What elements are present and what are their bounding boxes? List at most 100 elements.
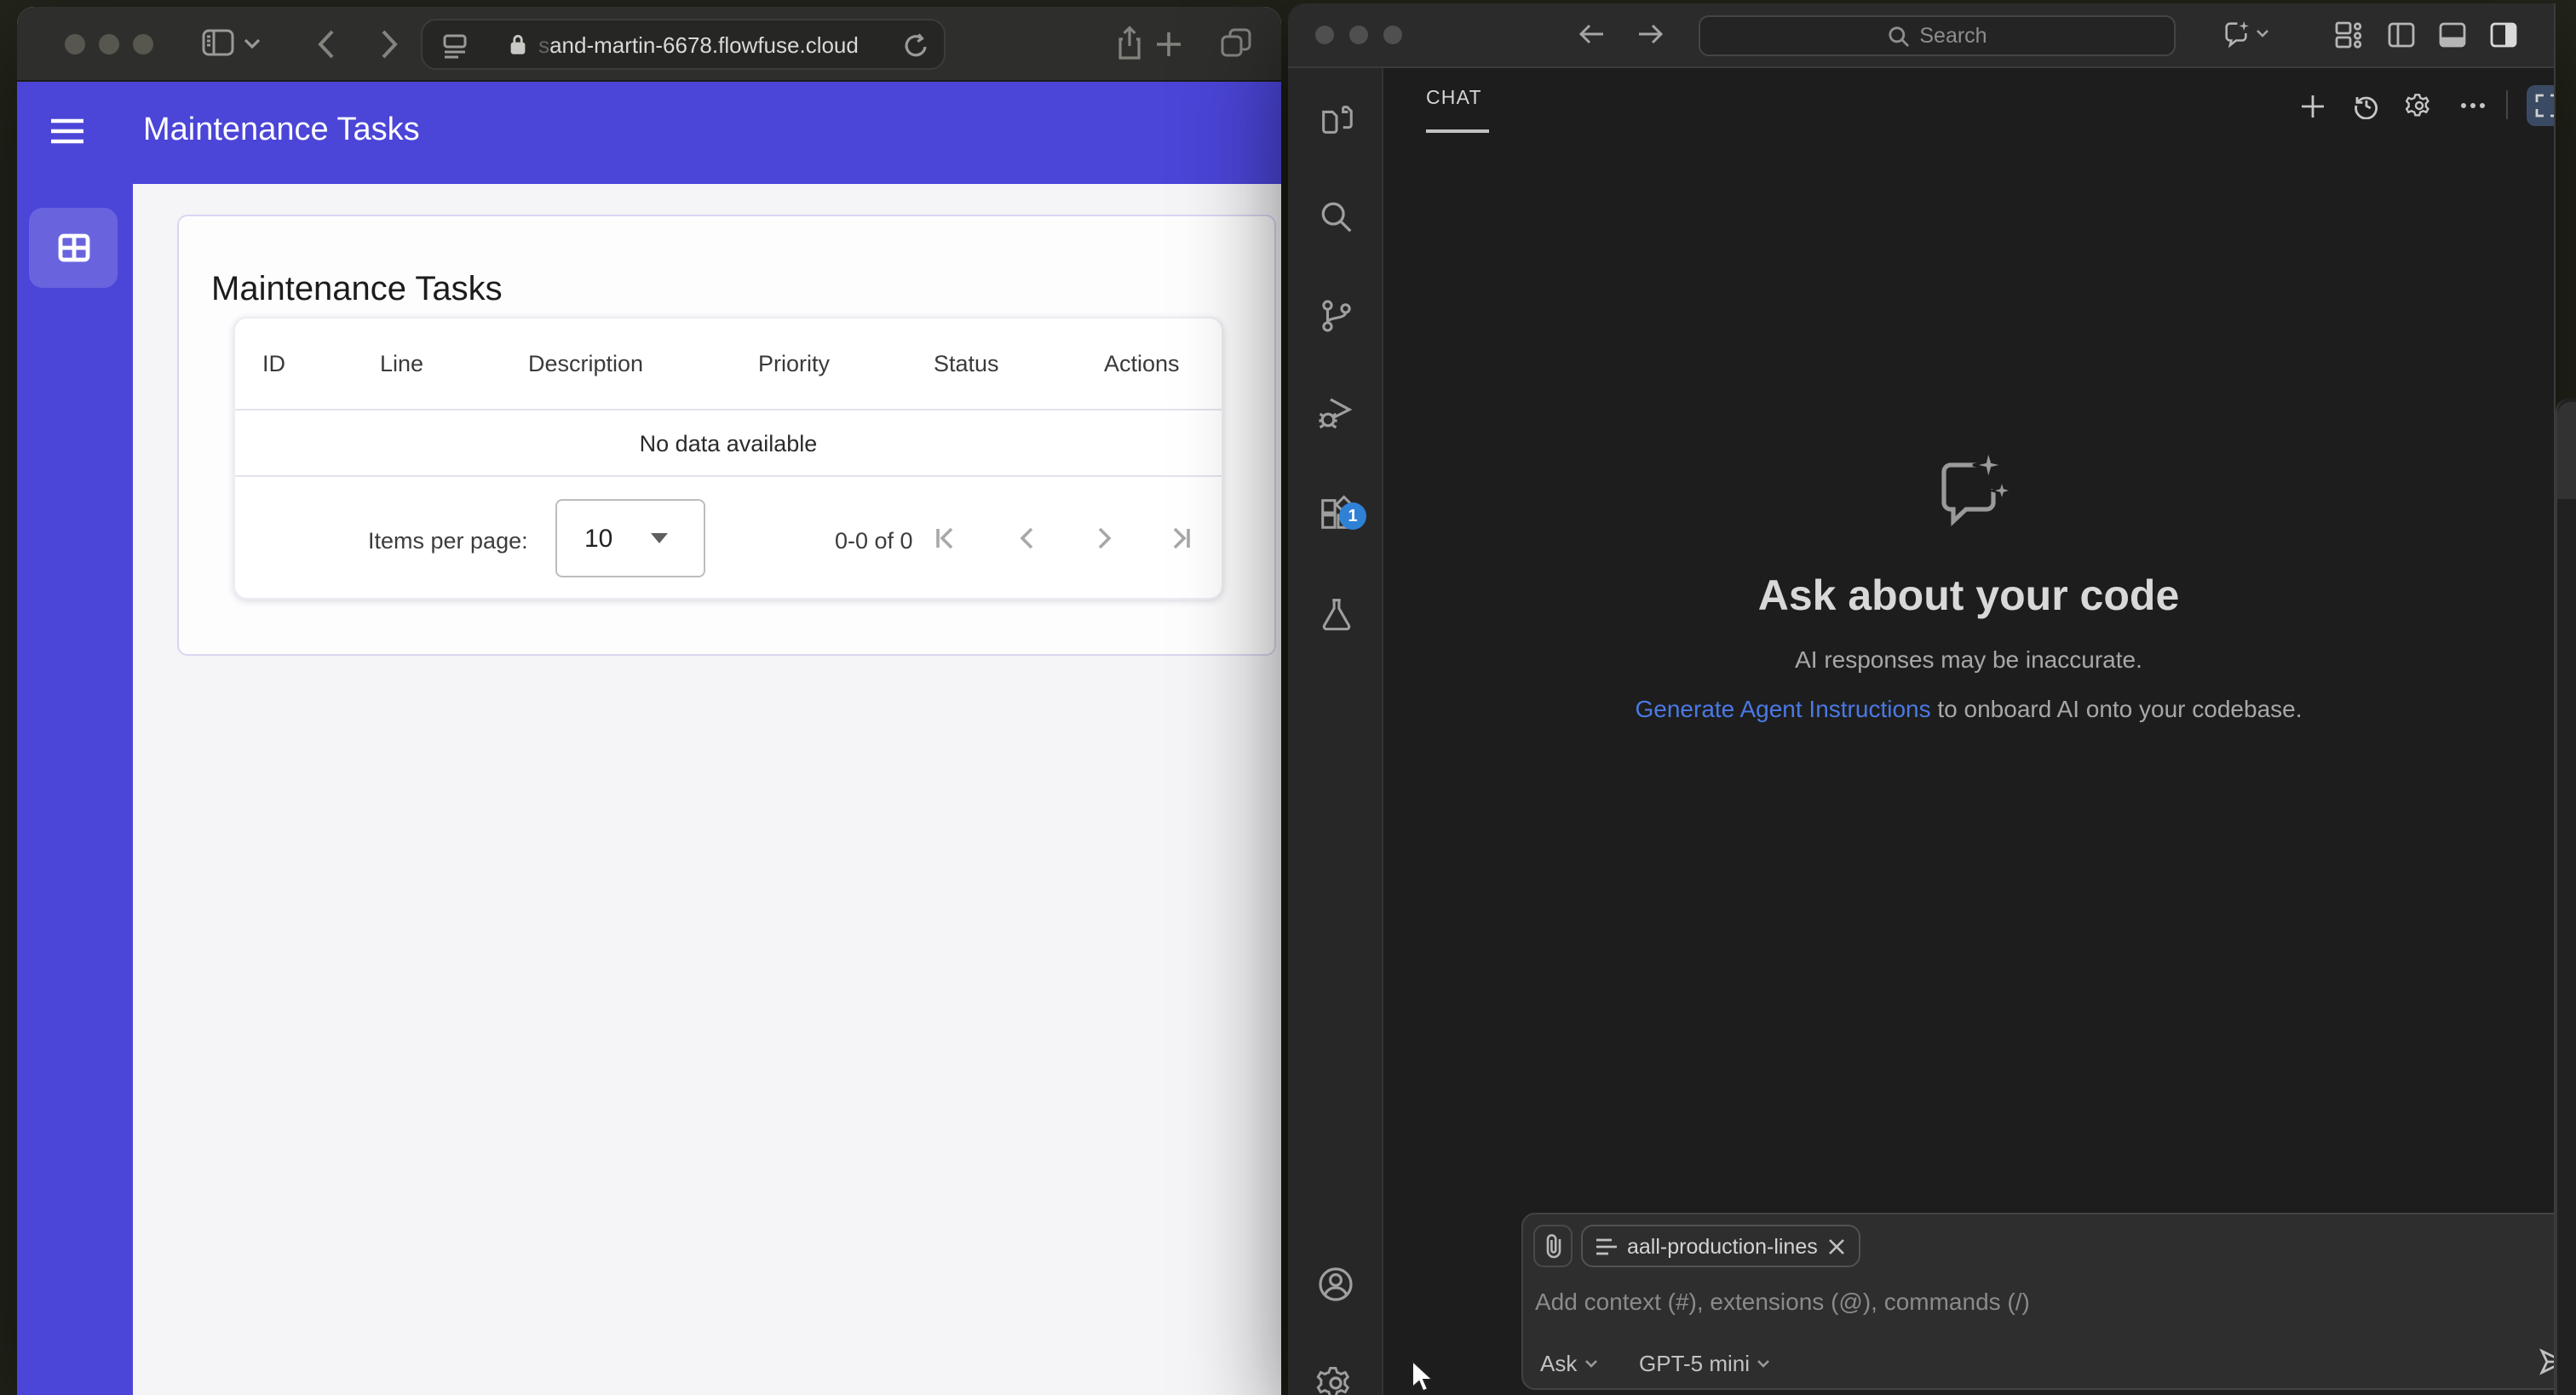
items-per-page-select[interactable]: 10	[555, 499, 705, 577]
app-content: Maintenance Tasks ID Line Description Pr…	[133, 184, 1281, 1395]
settings-button[interactable]	[1288, 1349, 1383, 1395]
sidebar-toggle-icon[interactable]	[201, 27, 235, 58]
explorer-icon	[1321, 105, 1352, 133]
sidebar-item-search[interactable]	[1288, 182, 1383, 250]
prev-page-icon[interactable]	[1012, 523, 1043, 554]
testing-flask-icon	[1321, 598, 1350, 630]
list-icon	[1596, 1237, 1617, 1254]
search-icon	[1320, 201, 1351, 232]
minimize-traffic-light[interactable]	[1349, 26, 1368, 44]
extensions-badge: 1	[1339, 502, 1366, 530]
close-traffic-light[interactable]	[65, 34, 85, 55]
mouse-cursor	[1411, 1359, 1436, 1395]
background-window-scrollbar	[2557, 402, 2576, 499]
col-actions: Actions	[1104, 351, 1180, 376]
history-icon[interactable]	[2346, 85, 2387, 126]
empty-state-title: Ask about your code	[1757, 572, 2180, 620]
gear-icon	[1316, 1366, 1350, 1395]
chat-input-container[interactable]: aall-production-lines Add context (#), e…	[1521, 1213, 2554, 1390]
account-button[interactable]	[1288, 1250, 1383, 1318]
new-tab-icon[interactable]	[1155, 31, 1182, 58]
share-icon[interactable]	[1116, 26, 1143, 61]
command-center-search[interactable]: Search	[1699, 15, 2176, 56]
toggle-panel-icon[interactable]	[2438, 20, 2467, 49]
mode-label: Ask	[1540, 1351, 1578, 1376]
forward-icon[interactable]	[380, 29, 399, 60]
empty-text: No data available	[639, 430, 818, 456]
tab-overview-icon[interactable]	[1220, 27, 1252, 60]
maximize-icon[interactable]	[2527, 85, 2554, 126]
model-label: GPT-5 mini	[1639, 1351, 1751, 1376]
paperclip-icon	[1545, 1234, 1561, 1259]
activity-bar: 1	[1288, 68, 1383, 1395]
last-page-icon[interactable]	[1165, 523, 1196, 554]
back-icon[interactable]	[317, 29, 336, 60]
vscode-window: Search 1 CHAT Ask about your code AI res…	[1288, 3, 2556, 1395]
close-icon[interactable]	[1828, 1237, 1845, 1254]
empty-state-link-suffix: to onboard AI onto your codebase.	[1930, 695, 2303, 722]
col-description: Description	[528, 351, 644, 376]
app-header-title: Maintenance Tasks	[143, 112, 420, 148]
items-per-page-label: Items per page:	[368, 528, 528, 554]
send-icon	[2539, 1348, 2554, 1375]
col-status: Status	[934, 351, 999, 376]
toggle-primary-sidebar-icon[interactable]	[2387, 20, 2416, 49]
sidebar-item-tasks[interactable]	[29, 208, 118, 288]
hamburger-menu-icon[interactable]	[51, 118, 83, 145]
desktop: s and-martin-6678.flowfuse.cloud Mainten…	[0, 0, 2576, 1395]
empty-row: No data available	[235, 410, 1222, 477]
url-text: and-martin-6678.flowfuse.cloud	[549, 32, 859, 57]
back-icon[interactable]	[1578, 22, 1605, 46]
chevron-down-icon	[1757, 1360, 1769, 1368]
reader-icon[interactable]	[440, 31, 470, 61]
forward-icon[interactable]	[1637, 22, 1665, 46]
background-window-sliver	[2556, 399, 2576, 1395]
chat-panel: CHAT Ask about your code AI responses ma…	[1383, 68, 2554, 1395]
page-title: Maintenance Tasks	[211, 271, 503, 308]
chat-tab-underline	[1426, 129, 1489, 133]
new-chat-icon[interactable]	[2291, 85, 2332, 126]
next-page-icon[interactable]	[1089, 523, 1119, 554]
gear-icon[interactable]	[2399, 85, 2440, 126]
search-icon	[1887, 25, 1909, 47]
sidebar-item-testing[interactable]	[1288, 579, 1383, 647]
grid-table-icon	[57, 233, 89, 262]
more-icon[interactable]	[2452, 85, 2493, 126]
vscode-titlebar: Search	[1288, 3, 2554, 68]
model-dropdown[interactable]: GPT-5 mini	[1639, 1351, 1770, 1376]
header-separator	[2506, 90, 2508, 119]
toggle-secondary-sidebar-icon[interactable]	[2489, 20, 2518, 49]
table-footer: Items per page: 10 0-0 of 0	[235, 477, 1222, 600]
copilot-icon[interactable]	[2222, 19, 2269, 48]
sidebar-item-run-debug[interactable]	[1288, 378, 1383, 446]
zoom-traffic-light[interactable]	[133, 34, 153, 55]
close-traffic-light[interactable]	[1315, 26, 1334, 44]
sidebar-item-extensions[interactable]: 1	[1288, 479, 1383, 547]
refresh-icon[interactable]	[903, 32, 929, 60]
generate-agent-instructions-link[interactable]: Generate Agent Instructions	[1636, 695, 1931, 722]
sidebar-item-source-control[interactable]	[1288, 281, 1383, 349]
copilot-chat-sparkle-icon	[1383, 446, 2554, 535]
lock-icon	[508, 32, 528, 56]
context-chip-label: aall-production-lines	[1627, 1234, 1818, 1258]
customize-layout-icon[interactable]	[2334, 20, 2363, 49]
chevron-down-icon[interactable]	[244, 37, 261, 49]
chat-input-placeholder: Add context (#), extensions (@), command…	[1535, 1288, 2030, 1315]
page-range-text: 0-0 of 0	[835, 528, 913, 554]
app-header: Maintenance Tasks	[17, 82, 1281, 184]
table-header-row: ID Line Description Priority Status Acti…	[235, 319, 1222, 410]
send-button[interactable]	[2539, 1347, 2554, 1376]
minimize-traffic-light[interactable]	[99, 34, 119, 55]
first-page-icon[interactable]	[930, 523, 961, 554]
tasks-table: ID Line Description Priority Status Acti…	[233, 317, 1223, 600]
sidebar-item-explorer[interactable]	[1288, 85, 1383, 153]
col-line: Line	[380, 351, 424, 376]
context-chip[interactable]: aall-production-lines	[1581, 1225, 1860, 1267]
mode-dropdown[interactable]: Ask	[1540, 1351, 1597, 1376]
app-sidebar	[17, 184, 133, 1395]
zoom-traffic-light[interactable]	[1383, 26, 1402, 44]
col-priority: Priority	[758, 351, 831, 376]
address-bar[interactable]: s and-martin-6678.flowfuse.cloud	[421, 19, 946, 70]
attach-context-button[interactable]	[1533, 1225, 1573, 1267]
tab-chat[interactable]: CHAT	[1426, 89, 1482, 109]
